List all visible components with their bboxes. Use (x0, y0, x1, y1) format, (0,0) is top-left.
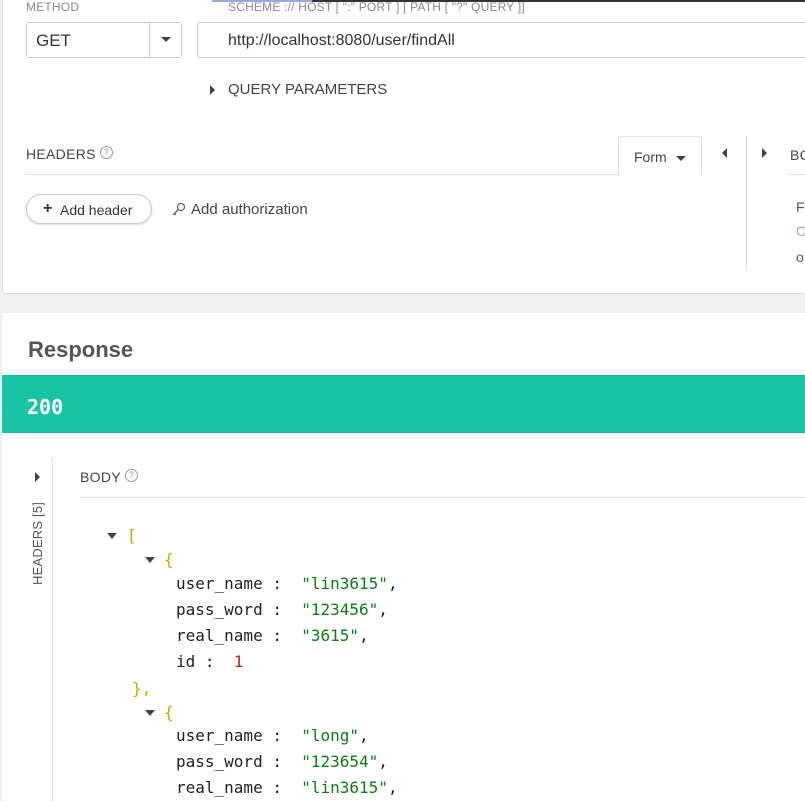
json-field: user_name : "lin3615", (176, 574, 398, 593)
json-value: "3615" (301, 626, 360, 645)
object-collapse-toggle[interactable] (145, 710, 155, 716)
json-array-open: [ (127, 526, 137, 545)
caret-right-icon (35, 472, 40, 482)
add-header-label: Add header (60, 202, 133, 218)
json-key: real_name (176, 778, 263, 797)
add-authorization-link[interactable]: Add authorization (171, 201, 321, 221)
add-authorization-label: Add authorization (191, 201, 308, 218)
caret-left-icon (722, 148, 727, 158)
method-value: GET (36, 31, 71, 50)
method-select[interactable]: GET (26, 22, 182, 58)
json-value: "long" (301, 726, 360, 745)
method-divider (149, 23, 150, 57)
json-field: pass_word : "123456", (176, 600, 388, 619)
url-input[interactable]: http://localhost:8080/user/findAll (197, 22, 805, 58)
chevron-down-icon (676, 156, 686, 161)
caret-right-icon (762, 148, 767, 158)
caret-down-icon (107, 533, 117, 539)
query-params-label: QUERY PARAMETERS (228, 81, 388, 98)
json-object-open: { (164, 703, 174, 722)
response-headers-tab[interactable]: HEADERS [5] (30, 502, 45, 585)
json-field: pass_word : "123654", (176, 752, 388, 771)
response-headers-toggle[interactable] (35, 472, 40, 482)
url-value: http://localhost:8080/user/findAll (228, 32, 455, 49)
json-value: "lin3615" (301, 574, 388, 593)
body-divider (80, 497, 805, 498)
panel-splitter[interactable] (746, 136, 747, 269)
headers-label: HEADERS (26, 146, 96, 162)
url-label: SCHEME :// HOST [ ":" PORT ] [ PATH [ "?… (228, 0, 525, 14)
help-icon[interactable]: ? (124, 469, 138, 482)
status-bar: 200 (2, 375, 805, 433)
json-key: real_name (176, 626, 263, 645)
object-collapse-toggle[interactable] (145, 557, 155, 563)
json-field: real_name : "lin3615", (176, 778, 398, 797)
headers-section-title: HEADERS? (26, 146, 113, 162)
caret-down-icon (145, 710, 155, 716)
json-key: pass_word (176, 752, 263, 771)
json-field: id : 1 (176, 652, 244, 671)
caret-down-icon (145, 557, 155, 563)
add-header-button[interactable]: + Add header (26, 194, 152, 224)
response-body-title: BODY? (80, 469, 138, 485)
collapse-left-button[interactable] (722, 148, 727, 158)
array-collapse-toggle[interactable] (107, 533, 117, 539)
form-dropdown[interactable]: Form (618, 136, 702, 175)
json-key: user_name (176, 726, 263, 745)
json-value: 1 (233, 652, 244, 671)
json-value: "lin3615" (301, 778, 388, 797)
body-divider (788, 174, 805, 175)
headers-divider (26, 174, 702, 175)
plus-icon: + (43, 200, 53, 217)
json-field: real_name : "3615", (176, 626, 369, 645)
body-text-fragment: F (796, 199, 805, 215)
help-icon[interactable]: ? (99, 146, 113, 159)
json-value: "123654" (301, 752, 379, 771)
chevron-down-icon[interactable] (161, 37, 171, 42)
body-text-fragment: o (796, 249, 804, 265)
body-tab-label[interactable]: BC (790, 147, 805, 163)
body-label: BODY (80, 469, 121, 485)
json-object-close: }, (132, 679, 152, 698)
status-code: 200 (27, 395, 64, 419)
json-value: "123456" (301, 600, 379, 619)
json-key: id (176, 652, 196, 671)
form-label: Form (634, 149, 667, 165)
body-text-fragment: C (796, 223, 805, 239)
json-key: user_name (176, 574, 263, 593)
response-title: Response (28, 337, 134, 362)
expand-body-button[interactable] (762, 148, 767, 158)
key-icon (172, 202, 186, 216)
json-object-open: { (164, 550, 174, 569)
caret-right-icon (210, 85, 215, 95)
json-field: user_name : "long", (176, 726, 369, 745)
json-key: pass_word (176, 600, 263, 619)
method-label: METHOD (26, 0, 80, 14)
